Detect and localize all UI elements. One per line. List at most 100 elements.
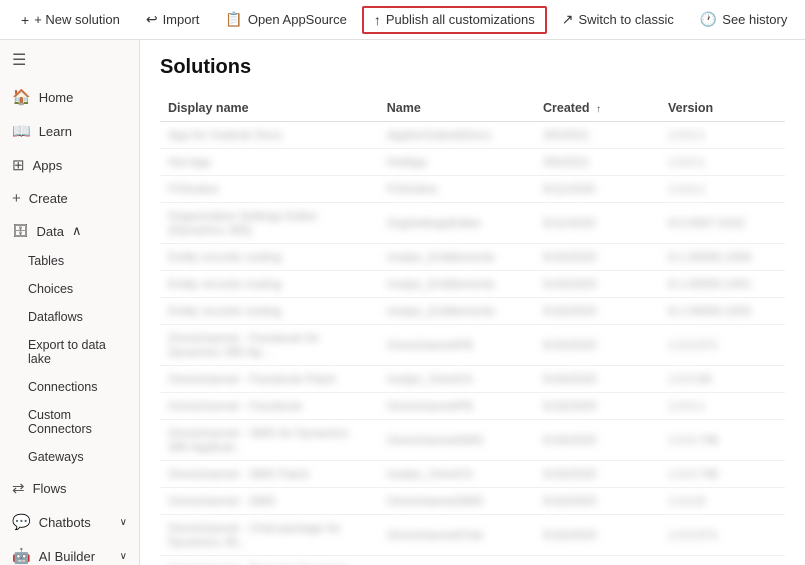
open-appsource-button[interactable]: 📋 Open AppSource xyxy=(214,6,357,33)
cell-created: 5/11/2020 xyxy=(535,203,660,244)
table-row[interactable]: Omnichannel - SMS for Dynamics 365 Appli… xyxy=(160,420,785,461)
cell-version: 1.0.0.1 xyxy=(660,393,785,420)
cell-created: 5/16/2020 xyxy=(535,366,660,393)
cell-name: HotApp xyxy=(379,149,535,176)
cell-version: 1.0.0.56 xyxy=(660,366,785,393)
cell-created: 5/16/2020 xyxy=(535,488,660,515)
cell-display-name: Entity records routing xyxy=(160,244,379,271)
cell-display-name: Entity records routing xyxy=(160,298,379,325)
cell-name: OmnichannelSMS xyxy=(379,420,535,461)
table-row[interactable]: Entity records routingmsdyn_Entitlements… xyxy=(160,298,785,325)
sidebar-item-apps[interactable]: ⊞ Apps xyxy=(0,148,139,182)
cell-display-name: Omnichannel - SMS Patch xyxy=(160,461,379,488)
table-row[interactable]: Entity records routingmsdyn_Entitlements… xyxy=(160,271,785,298)
cell-display-name: App for Outlook Docs xyxy=(160,122,379,149)
sidebar-item-learn[interactable]: 📖 Learn xyxy=(0,114,139,148)
table-header-row: Display name Name Created ↑ Version xyxy=(160,95,785,122)
col-header-name: Name xyxy=(379,95,535,122)
cell-version: 1.0.0.1 xyxy=(660,122,785,149)
sidebar-item-gateways[interactable]: Gateways xyxy=(0,443,139,471)
sort-arrow-icon: ↑ xyxy=(596,104,601,115)
cell-version: 1.0.0.1 xyxy=(660,149,785,176)
sidebar-item-connections[interactable]: Connections xyxy=(0,373,139,401)
sidebar-item-flows[interactable]: ⇄ Flows xyxy=(0,471,139,505)
home-icon: 🏠 xyxy=(12,88,31,106)
page-title: Solutions xyxy=(160,56,785,79)
cell-name: AppforOutlookDocs xyxy=(379,122,535,149)
cell-display-name: Organization Settings Editor (Dynamics 3… xyxy=(160,203,379,244)
cell-created: 5/16/2020 xyxy=(535,420,660,461)
cell-version: 9.1.00000.1002 xyxy=(660,298,785,325)
cell-name: msdyn_Entitlements xyxy=(379,244,535,271)
cell-created: 5/11/2020 xyxy=(535,176,660,203)
sidebar-item-data[interactable]: 🗄 Data ∧ xyxy=(0,215,139,247)
solutions-table: Display name Name Created ↑ Version App … xyxy=(160,95,785,565)
cell-name: OmnichannelFB xyxy=(379,393,535,420)
table-row[interactable]: Omnichannel - FacebookOmnichannelFB5/16/… xyxy=(160,393,785,420)
publish-all-button[interactable]: ↑ Publish all customizations xyxy=(362,6,547,34)
content-area: Solutions Display name Name Created ↑ Ve… xyxy=(140,40,805,565)
ai-builder-icon: 🤖 xyxy=(12,547,31,565)
table-row[interactable]: Omnichannel - Facebook for Dynamics 365 … xyxy=(160,325,785,366)
cell-name: OmnichannelChat xyxy=(379,515,535,556)
sidebar-item-chatbots[interactable]: 💬 Chatbots ∨ xyxy=(0,505,139,539)
history-icon: 🕐 xyxy=(700,11,717,28)
cell-display-name: Omnichannel - Facebook Patch xyxy=(160,366,379,393)
table-row[interactable]: Omnichannel - Base for Dynamics 365 Appl… xyxy=(160,556,785,565)
cell-display-name: Omnichannel - Facebook xyxy=(160,393,379,420)
table-row[interactable]: App for Outlook DocsAppforOutlookDocs3/5… xyxy=(160,122,785,149)
sidebar-item-export[interactable]: Export to data lake xyxy=(0,331,139,373)
cell-name: OrgSettingsEditor xyxy=(379,203,535,244)
sidebar-item-ai-builder[interactable]: 🤖 AI Builder ∨ xyxy=(0,539,139,565)
sidebar: ☰ 🏠 Home 📖 Learn ⊞ Apps + Create 🗄 Data … xyxy=(0,40,140,565)
cell-name: msdyn_Entitlements xyxy=(379,298,535,325)
col-header-created[interactable]: Created ↑ xyxy=(535,95,660,122)
table-row[interactable]: Omnichannel - SMSOmnichannelSMS5/16/2020… xyxy=(160,488,785,515)
table-row[interactable]: Omnichannel - Facebook Patchmsdyn_OmniCh… xyxy=(160,366,785,393)
cell-version: 1.0.0.748 xyxy=(660,420,785,461)
sidebar-item-create[interactable]: + Create xyxy=(0,182,139,215)
col-header-version: Version xyxy=(660,95,785,122)
cell-created: 5/16/2020 xyxy=(535,393,660,420)
cell-display-name: Entity records routing xyxy=(160,271,379,298)
switch-classic-button[interactable]: ↗ Switch to classic xyxy=(551,6,685,33)
cell-name: OmnichannelBase xyxy=(379,556,535,565)
cell-name: msdyn_Entitlements xyxy=(379,271,535,298)
learn-icon: 📖 xyxy=(12,122,31,140)
cell-display-name: Hot App xyxy=(160,149,379,176)
table-row[interactable]: Organization Settings Editor (Dynamics 3… xyxy=(160,203,785,244)
sidebar-item-dataflows[interactable]: Dataflows xyxy=(0,303,139,331)
sidebar-item-custom-connectors[interactable]: Custom Connectors xyxy=(0,401,139,443)
sidebar-item-choices[interactable]: Choices xyxy=(0,275,139,303)
cell-version: 1.0.0.571 xyxy=(660,556,785,565)
hamburger-button[interactable]: ☰ xyxy=(0,40,139,80)
table-row[interactable]: Hot AppHotApp3/5/20211.0.0.1 xyxy=(160,149,785,176)
cell-name: msdyn_OmniCh xyxy=(379,461,535,488)
cell-version: 9.1.00000.1001 xyxy=(660,271,785,298)
cell-created: 5/16/2020 xyxy=(535,271,660,298)
import-button[interactable]: ↩ Import xyxy=(135,6,211,33)
table-row[interactable]: FOGoliveFOGolive5/11/20201.0.0.1 xyxy=(160,176,785,203)
main-layout: ☰ 🏠 Home 📖 Learn ⊞ Apps + Create 🗄 Data … xyxy=(0,40,805,565)
cell-created: 5/16/2020 xyxy=(535,461,660,488)
table-row[interactable]: Omnichannel - SMS Patchmsdyn_OmniCh5/16/… xyxy=(160,461,785,488)
cell-version: 9.0.0007.0152 xyxy=(660,203,785,244)
ai-chevron-icon: ∨ xyxy=(120,551,127,562)
sidebar-item-tables[interactable]: Tables xyxy=(0,247,139,275)
cell-display-name: Omnichannel - SMS for Dynamics 365 Appli… xyxy=(160,420,379,461)
cell-version: 1.0.0.571 xyxy=(660,515,785,556)
new-solution-button[interactable]: + + New solution xyxy=(10,7,131,33)
cell-created: 5/16/2020 xyxy=(535,325,660,366)
cell-created: 5/16/2020 xyxy=(535,556,660,565)
sidebar-item-home[interactable]: 🏠 Home xyxy=(0,80,139,114)
plus-icon: + xyxy=(21,12,29,28)
table-row[interactable]: Omnichannel - Chat package for Dynamics … xyxy=(160,515,785,556)
see-history-button[interactable]: 🕐 See history xyxy=(689,6,798,33)
flows-icon: ⇄ xyxy=(12,479,25,497)
cell-display-name: Omnichannel - SMS xyxy=(160,488,379,515)
table-row[interactable]: Entity records routingmsdyn_Entitlements… xyxy=(160,244,785,271)
switch-icon: ↗ xyxy=(562,11,574,28)
cell-display-name: FOGolive xyxy=(160,176,379,203)
cell-version: 9.1.00000.1000 xyxy=(660,244,785,271)
cell-name: msdyn_OmniCh xyxy=(379,366,535,393)
